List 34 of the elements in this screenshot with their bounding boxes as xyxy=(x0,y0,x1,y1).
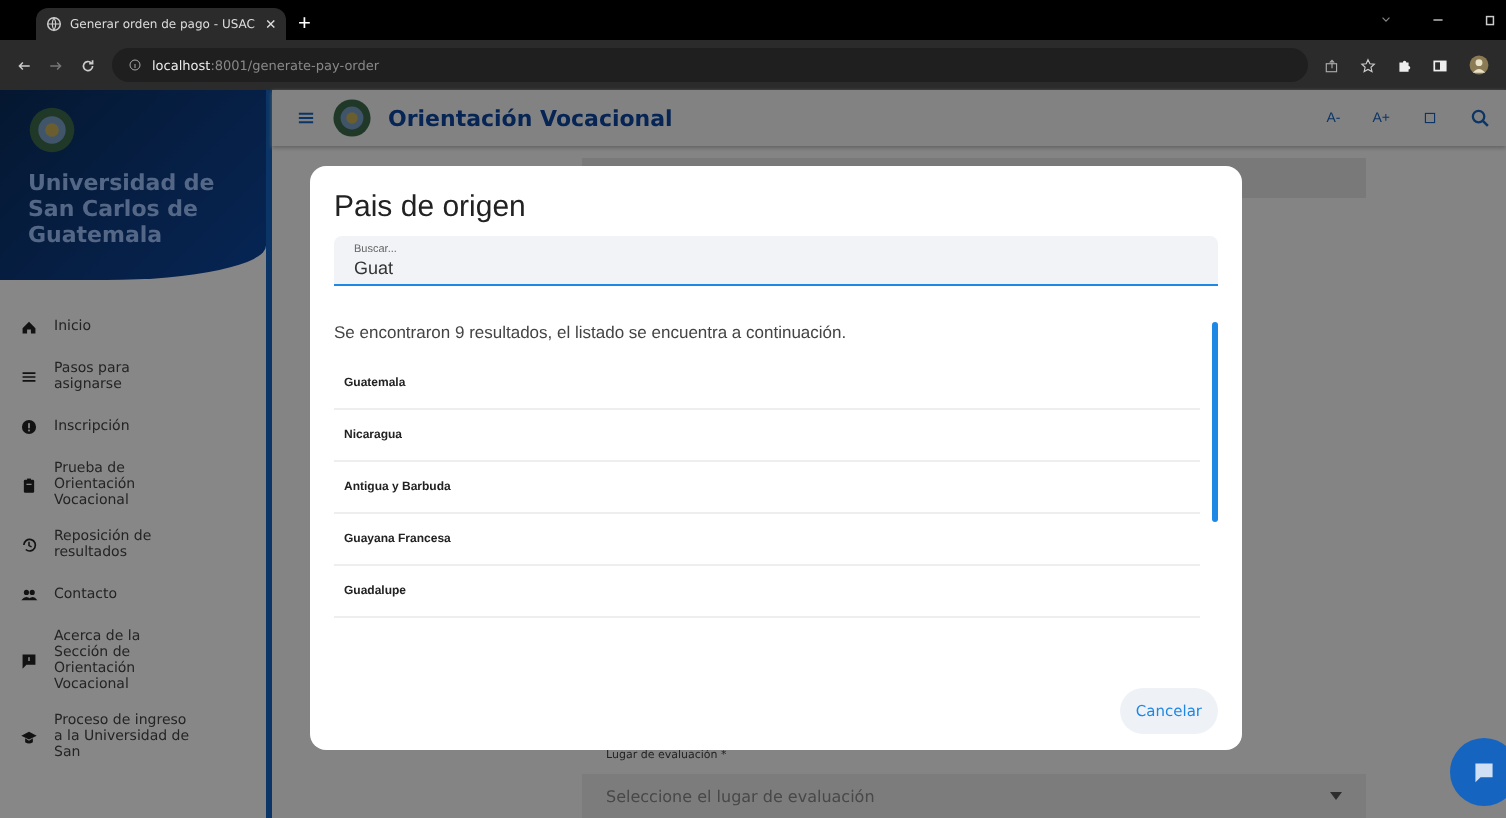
avatar-icon xyxy=(1468,54,1490,76)
new-tab-button[interactable]: + xyxy=(298,12,311,40)
puzzle-icon xyxy=(1396,57,1412,73)
forward-arrow-icon xyxy=(48,57,64,73)
chat-button[interactable] xyxy=(1450,738,1506,806)
university-seal-icon xyxy=(332,98,372,138)
star-icon xyxy=(1360,57,1376,73)
restore-icon xyxy=(1482,12,1498,28)
menu-icon xyxy=(296,108,316,128)
home-icon xyxy=(20,317,38,335)
sidebar-icon xyxy=(1432,57,1448,73)
share-icon xyxy=(1324,57,1340,73)
university-name: Universidad de San Carlos de Guatemala xyxy=(28,170,217,248)
chevron-down-icon xyxy=(1378,12,1394,28)
history-icon xyxy=(20,535,38,553)
info-icon xyxy=(128,58,142,72)
dialog-title: Pais de origen xyxy=(334,190,528,224)
globe-icon xyxy=(46,16,62,32)
people-icon xyxy=(20,585,38,603)
list-icon xyxy=(20,367,38,385)
results-message: Se encontraron 9 resultados, el listado se encuentra a continuación. xyxy=(334,320,849,346)
university-seal-icon xyxy=(28,106,76,154)
reload-icon xyxy=(80,57,96,73)
search-input[interactable]: Guat xyxy=(354,256,1198,278)
chat-icon xyxy=(1472,760,1496,784)
back-arrow-icon xyxy=(16,57,32,73)
feedback-icon xyxy=(20,651,38,669)
info-icon xyxy=(20,417,38,435)
app-title: Orientación Vocacional xyxy=(388,105,673,131)
search-icon xyxy=(1470,108,1490,128)
close-tab-button[interactable]: × xyxy=(265,14,276,34)
clipboard-icon xyxy=(20,475,38,493)
caret-icon xyxy=(1330,792,1342,800)
school-icon xyxy=(20,727,38,745)
